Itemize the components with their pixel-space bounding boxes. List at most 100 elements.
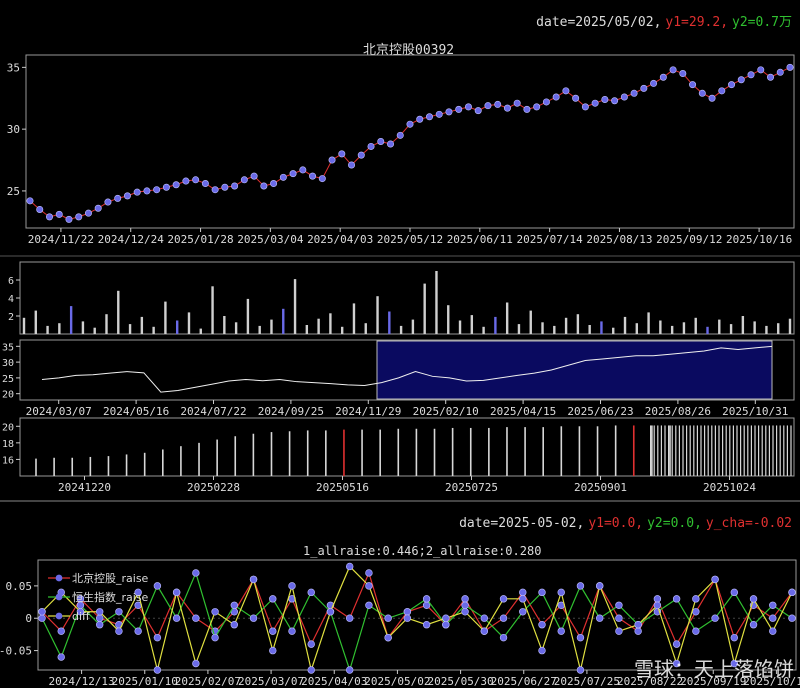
raise-series-2-point-21 (442, 614, 450, 622)
volume-bar-1 (34, 310, 37, 334)
price-point-45 (464, 103, 472, 111)
volume-bar-31 (388, 311, 391, 334)
price-xlabel-7: 2025/07/14 (517, 233, 584, 246)
raise-series-0-point-33 (672, 640, 681, 648)
price-point-13 (153, 186, 161, 194)
history-bar-5 (125, 454, 128, 476)
history-xlabel-5: 20251024 (703, 481, 756, 494)
raise-series-2-point-37 (749, 595, 758, 603)
volume-bar-10 (140, 316, 144, 334)
raise-series-1-point-10 (230, 601, 239, 609)
top-charts-svg[interactable]: 2530352024/11/22 2024/12/24 2025/01/28 2025… (0, 0, 800, 500)
raise-series-1-point-38 (769, 601, 777, 609)
volume-bar-32 (399, 325, 403, 334)
history-bar-10 (216, 439, 218, 476)
price-point-44 (455, 105, 463, 113)
raise-series-0-point-14 (307, 640, 315, 648)
volume-bar-44 (541, 322, 544, 334)
volume-bar-16 (211, 286, 214, 334)
navigator-ylabel-0: 20 (2, 390, 14, 401)
raise-series-2-point-32 (653, 601, 662, 609)
history-xlabel-3: 20250725 (445, 481, 498, 494)
price-point-23 (250, 172, 258, 180)
history-bar-4 (107, 456, 110, 476)
history-bar-18 (361, 429, 363, 476)
raise-series-2-point-4 (115, 627, 123, 635)
price-point-0 (26, 197, 34, 205)
volume-bar-49 (600, 321, 603, 334)
navigator-ylabel-3: 35 (2, 342, 14, 353)
price-point-26 (279, 173, 287, 181)
volume-bar-57 (694, 317, 697, 334)
history-dense-bar-4 (664, 425, 666, 476)
price-point-20 (221, 183, 229, 191)
raise-xlabel-5: 2025/05/02 (364, 675, 430, 688)
price-point-75 (757, 66, 765, 74)
raise-series-2-point-19 (403, 614, 412, 622)
price-point-36 (377, 138, 385, 146)
raise-series-2-point-27 (557, 588, 565, 597)
history-dense-bar-16 (707, 425, 709, 476)
volume-bar-50 (612, 327, 615, 334)
history-dense-bar-17 (711, 425, 713, 476)
volume-bar-3 (58, 323, 61, 334)
volume-bar-53 (647, 312, 650, 334)
price-xlabel-8: 2025/08/13 (586, 233, 652, 246)
volume-bar-19 (246, 298, 250, 334)
raise-series-1-point-22 (461, 601, 469, 609)
price-point-41 (425, 113, 433, 121)
raise-series-0-point-6 (153, 633, 162, 642)
raise-series-2-point-15 (326, 608, 335, 616)
history-bar-2 (71, 457, 74, 476)
price-point-68 (689, 81, 697, 89)
volume-ylabel-0: 2 (8, 312, 14, 323)
volume-bar-61 (741, 316, 745, 334)
history-bar-1 (53, 457, 55, 476)
volume-axes (19, 261, 795, 335)
price-point-8 (104, 198, 112, 206)
price-point-52 (533, 103, 541, 111)
volume-bar-7 (105, 314, 108, 334)
history-dense-bar-8 (678, 425, 680, 476)
raise-series-2-point-16 (345, 562, 354, 571)
history-bar-27 (524, 427, 526, 476)
price-point-22 (240, 176, 248, 184)
volume-bar-38 (470, 315, 474, 334)
raise-series-2-point-9 (211, 608, 219, 616)
price-point-15 (172, 181, 180, 189)
volume-bar-22 (282, 308, 285, 334)
raise-series-0-point-36 (730, 633, 739, 642)
raise-series-0-point-31 (634, 627, 642, 635)
price-point-66 (669, 66, 677, 74)
raise-series-1-point-1 (57, 653, 65, 661)
price-point-16 (182, 177, 190, 185)
price-point-58 (591, 99, 599, 107)
history-dense-bar-12 (693, 425, 695, 476)
volume-bar-35 (435, 271, 438, 334)
raise-series-2-point-22 (461, 608, 469, 616)
navigator-xlabel-1: 2024/05/16 (103, 405, 169, 418)
raise-xlabel-6: 2025/05/30 (427, 675, 493, 688)
price-point-7 (94, 204, 102, 212)
raise-series-2-point-38 (769, 627, 777, 635)
raise-series-1-point-12 (269, 595, 277, 603)
navigator-xlabel-4: 2024/11/29 (335, 405, 401, 418)
raise-series-1-point-30 (615, 601, 623, 609)
raise-legend-label-0: 北京控股_raise (72, 571, 149, 585)
history-dense-bar-26 (743, 425, 745, 476)
price-point-19 (211, 186, 219, 194)
raise-series-1-point-11 (249, 614, 258, 622)
navigator-xlabel-6: 2025/04/15 (490, 405, 556, 418)
volume-bar-26 (329, 313, 332, 334)
navigator-xlabel-2: 2024/07/22 (180, 405, 246, 418)
raise-series-1-point-21 (442, 621, 450, 629)
volume-bar-33 (411, 319, 415, 334)
history-dense-bar-34 (772, 425, 774, 476)
volume-bar-12 (164, 301, 167, 334)
raise-series-1-point-3 (95, 621, 104, 629)
raise-series-0-point-17 (365, 569, 373, 577)
price-point-69 (698, 89, 706, 97)
volume-bar-6 (93, 327, 96, 334)
history-bar-6 (143, 452, 146, 476)
price-point-28 (299, 166, 307, 174)
